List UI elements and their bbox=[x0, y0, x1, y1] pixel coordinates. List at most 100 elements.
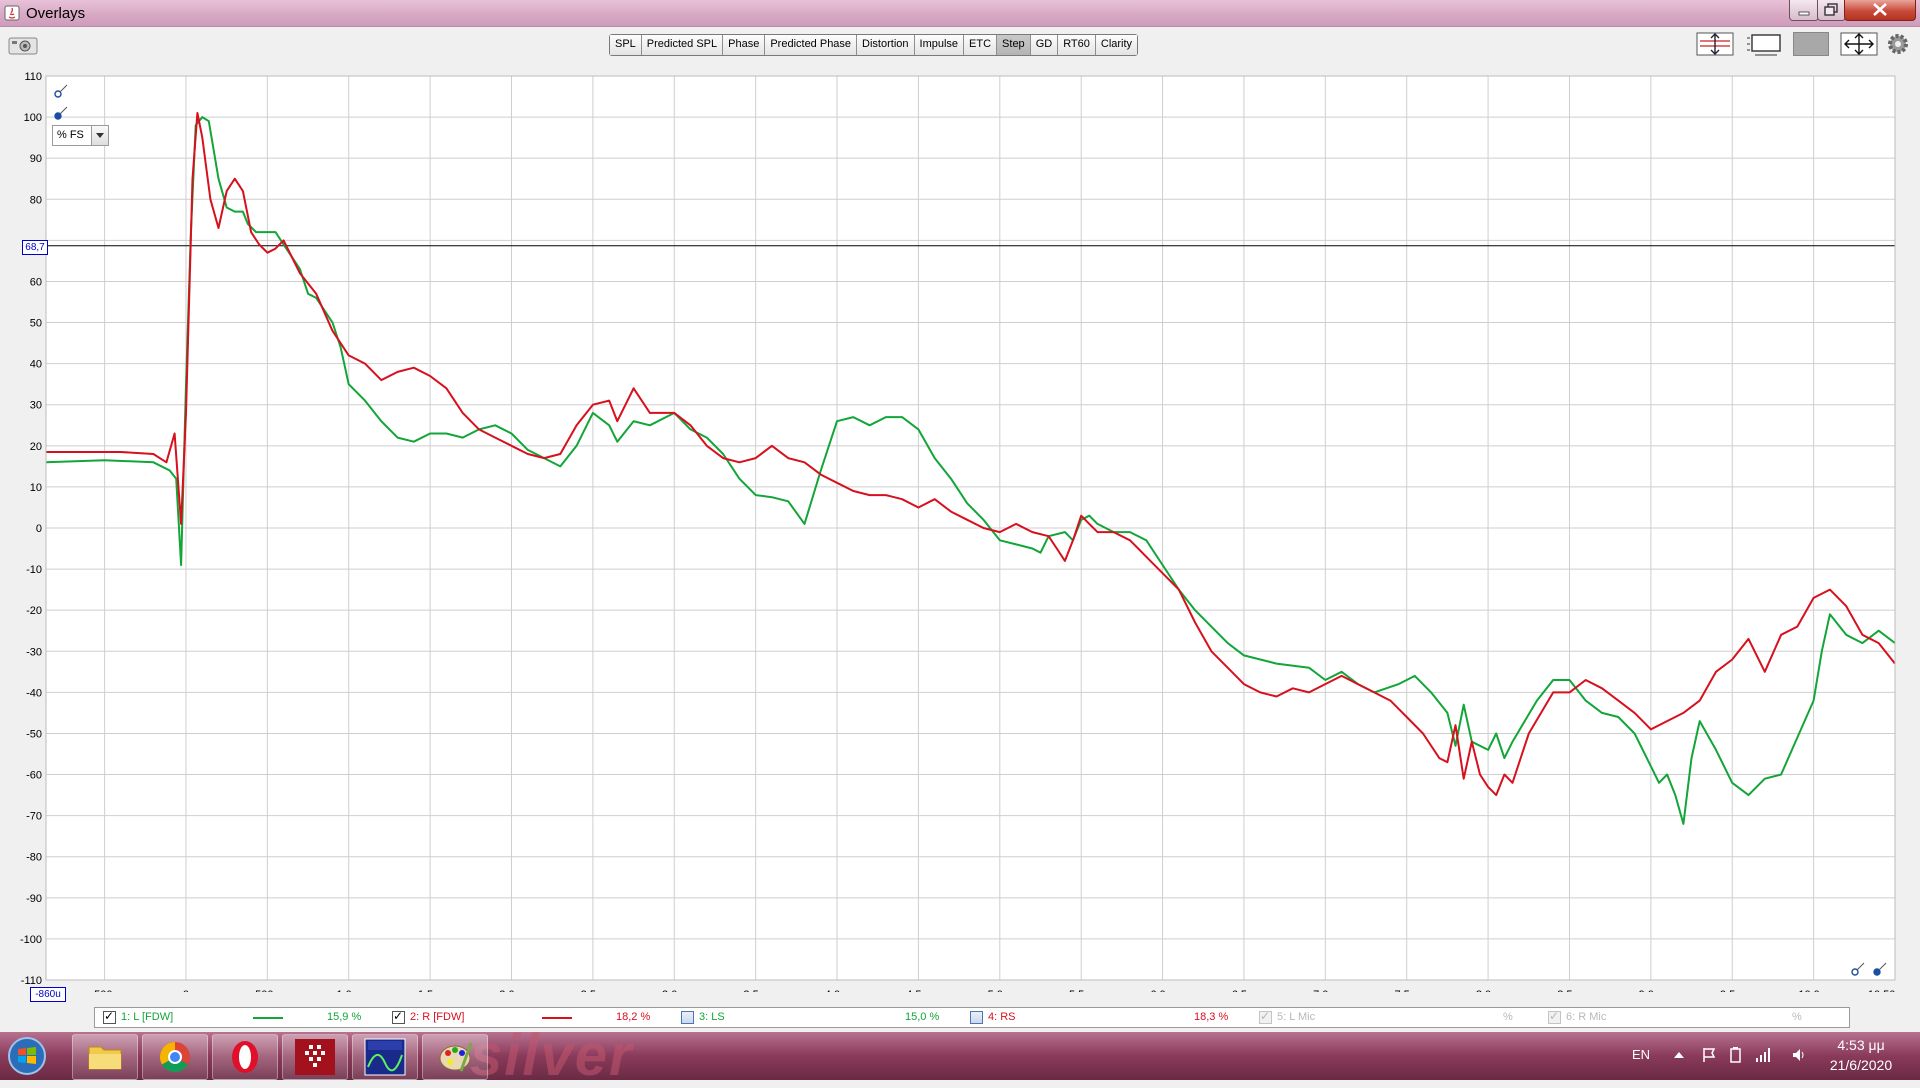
y-tick-label: -30 bbox=[26, 646, 42, 658]
clock-date[interactable]: 21/6/2020 bbox=[1820, 1057, 1902, 1073]
pan-arrows-icon[interactable] bbox=[1840, 32, 1878, 56]
y-tick-label: 10 bbox=[30, 482, 42, 494]
close-icon bbox=[1873, 3, 1887, 16]
legend-checkbox[interactable] bbox=[103, 1009, 116, 1024]
units-selected: % FS bbox=[57, 129, 84, 141]
taskbar-app-chrome[interactable] bbox=[142, 1034, 208, 1080]
x-tick-label: 2,5m bbox=[581, 989, 605, 992]
tab-clarity[interactable]: Clarity bbox=[1095, 35, 1138, 55]
tab-rt60[interactable]: RT60 bbox=[1058, 35, 1096, 55]
tab-step[interactable]: Step bbox=[997, 35, 1031, 55]
vertical-scale-icon[interactable] bbox=[1696, 32, 1734, 56]
cursor-value-readout[interactable]: 68,7 bbox=[22, 240, 48, 255]
chevron-up-icon[interactable] bbox=[1670, 1046, 1688, 1064]
tab-impulse[interactable]: Impulse bbox=[914, 35, 965, 55]
minimize-icon bbox=[1798, 11, 1810, 16]
legend-item-6: 6: R Mic% bbox=[1548, 1009, 1828, 1025]
legend-checkbox bbox=[1259, 1009, 1272, 1024]
x-zoom-in-icon[interactable] bbox=[1849, 960, 1867, 978]
x-tick-label: 10,0m bbox=[1798, 989, 1829, 992]
battery-icon[interactable] bbox=[1727, 1046, 1745, 1064]
x-tick-label: 1,0m bbox=[337, 989, 361, 992]
y-axis: 11010090806050403020100-10-20-30-40-50-6… bbox=[20, 71, 42, 987]
y-tick-label: 40 bbox=[30, 359, 42, 371]
x-tick-label: 3,5m bbox=[743, 989, 767, 992]
x-axis: -500u 0 500u 1,0m 1,5m 2,0m 2,5m 3,0m 3,5m 4,0m 4,… bbox=[91, 989, 1911, 992]
restore-icon bbox=[1824, 3, 1838, 16]
clock-time[interactable]: 4:53 μμ bbox=[1826, 1037, 1896, 1053]
y-tick-label: -10 bbox=[26, 564, 42, 576]
legend-item-1: 1: L [FDW] 15,9 % bbox=[103, 1009, 383, 1025]
minimize-button[interactable] bbox=[1789, 0, 1819, 21]
y-tick-label: 90 bbox=[30, 153, 42, 165]
legend-checkbox bbox=[1548, 1009, 1561, 1024]
legend-bar: 1: L [FDW] 15,9 % 2: R [FDW] 18,2 % 3: LS 15,… bbox=[94, 1007, 1850, 1028]
legend-label: 6: R Mic bbox=[1566, 1011, 1607, 1023]
chevron-down-icon bbox=[91, 126, 108, 145]
legend-item-3: 3: LS 15,0 % bbox=[681, 1010, 961, 1025]
y-tick-label: -100 bbox=[20, 934, 42, 946]
y-tick-label: -80 bbox=[26, 852, 42, 864]
y-tick-label: 110 bbox=[24, 71, 42, 83]
tab-etc[interactable]: ETC bbox=[964, 35, 998, 55]
legend-value: 15,0 % bbox=[905, 1011, 940, 1023]
legend-value: % bbox=[1503, 1011, 1513, 1023]
x-tick-label: 3,0m bbox=[662, 989, 686, 992]
close-button[interactable] bbox=[1844, 0, 1916, 21]
x-tick-label: 4,0m bbox=[825, 989, 849, 992]
tab-phase[interactable]: Phase bbox=[723, 35, 766, 55]
color-swatch-button[interactable] bbox=[1793, 32, 1829, 56]
y-tick-label: 50 bbox=[30, 318, 42, 330]
taskbar-app-paint[interactable] bbox=[422, 1034, 488, 1080]
y-tick-label: -20 bbox=[26, 605, 42, 617]
x-tick-label: 6,0m bbox=[1150, 989, 1174, 992]
legend-item-4: 4: RS 18,3 % bbox=[970, 1010, 1250, 1025]
zoom-out-icon[interactable] bbox=[52, 104, 70, 122]
legend-label: 4: RS bbox=[988, 1011, 1016, 1023]
tab-distortion[interactable]: Distortion bbox=[857, 35, 915, 55]
legend-value: 18,2 % bbox=[616, 1011, 651, 1023]
legend-value: 18,3 % bbox=[1194, 1011, 1229, 1023]
units-dropdown[interactable]: % FS bbox=[52, 125, 109, 146]
wallpaper-text: silver bbox=[470, 1023, 634, 1088]
x-min-readout[interactable]: -860u bbox=[30, 987, 66, 1002]
windows-start-icon[interactable] bbox=[6, 1036, 48, 1076]
x-tick-label: 10,50ms bbox=[1868, 989, 1911, 992]
graph-limits-icon[interactable] bbox=[1745, 32, 1783, 56]
tab-spl[interactable]: SPL bbox=[610, 35, 642, 55]
capture-camera-icon[interactable] bbox=[8, 35, 38, 55]
graph-type-tabs: SPL Predicted SPL Phase Predicted Phase Dist… bbox=[609, 34, 1139, 56]
y-tick-label: 60 bbox=[30, 276, 42, 288]
x-tick-label: 2,0m bbox=[499, 989, 523, 992]
network-signal-icon[interactable] bbox=[1754, 1046, 1772, 1064]
legend-label: 3: LS bbox=[699, 1011, 725, 1023]
x-tick-label: 8,0m bbox=[1476, 989, 1500, 992]
flag-icon[interactable] bbox=[1700, 1046, 1718, 1064]
legend-line-swatch bbox=[542, 1017, 572, 1019]
taskbar-app-grid[interactable] bbox=[282, 1034, 348, 1080]
taskbar-app-rew[interactable] bbox=[352, 1034, 418, 1080]
tab-gd[interactable]: GD bbox=[1030, 35, 1059, 55]
x-tick-label: 5,5m bbox=[1069, 989, 1093, 992]
gear-icon[interactable] bbox=[1886, 32, 1910, 56]
maximize-button[interactable] bbox=[1817, 0, 1846, 21]
taskbar-app-explorer[interactable] bbox=[72, 1034, 138, 1080]
legend-checkbox[interactable] bbox=[970, 1011, 983, 1024]
x-tick-label: 1,5m bbox=[418, 989, 442, 992]
folder-icon bbox=[88, 1046, 122, 1070]
tab-predicted-phase[interactable]: Predicted Phase bbox=[765, 35, 858, 55]
app-grid-icon bbox=[295, 1039, 335, 1075]
y-tick-label: -70 bbox=[26, 811, 42, 823]
volume-icon[interactable] bbox=[1790, 1046, 1808, 1064]
zoom-in-icon[interactable] bbox=[52, 82, 70, 100]
language-indicator[interactable]: EN bbox=[1632, 1047, 1650, 1062]
legend-label: 2: R [FDW] bbox=[410, 1011, 465, 1023]
y-tick-label: -110 bbox=[21, 975, 42, 987]
x-zoom-out-icon[interactable] bbox=[1871, 960, 1889, 978]
y-tick-label: -90 bbox=[26, 893, 42, 905]
legend-checkbox[interactable] bbox=[681, 1011, 694, 1024]
tab-predicted-spl[interactable]: Predicted SPL bbox=[641, 35, 724, 55]
taskbar-app-opera[interactable] bbox=[212, 1034, 278, 1080]
legend-label: 5: L Mic bbox=[1277, 1011, 1316, 1023]
legend-checkbox[interactable] bbox=[392, 1009, 405, 1024]
